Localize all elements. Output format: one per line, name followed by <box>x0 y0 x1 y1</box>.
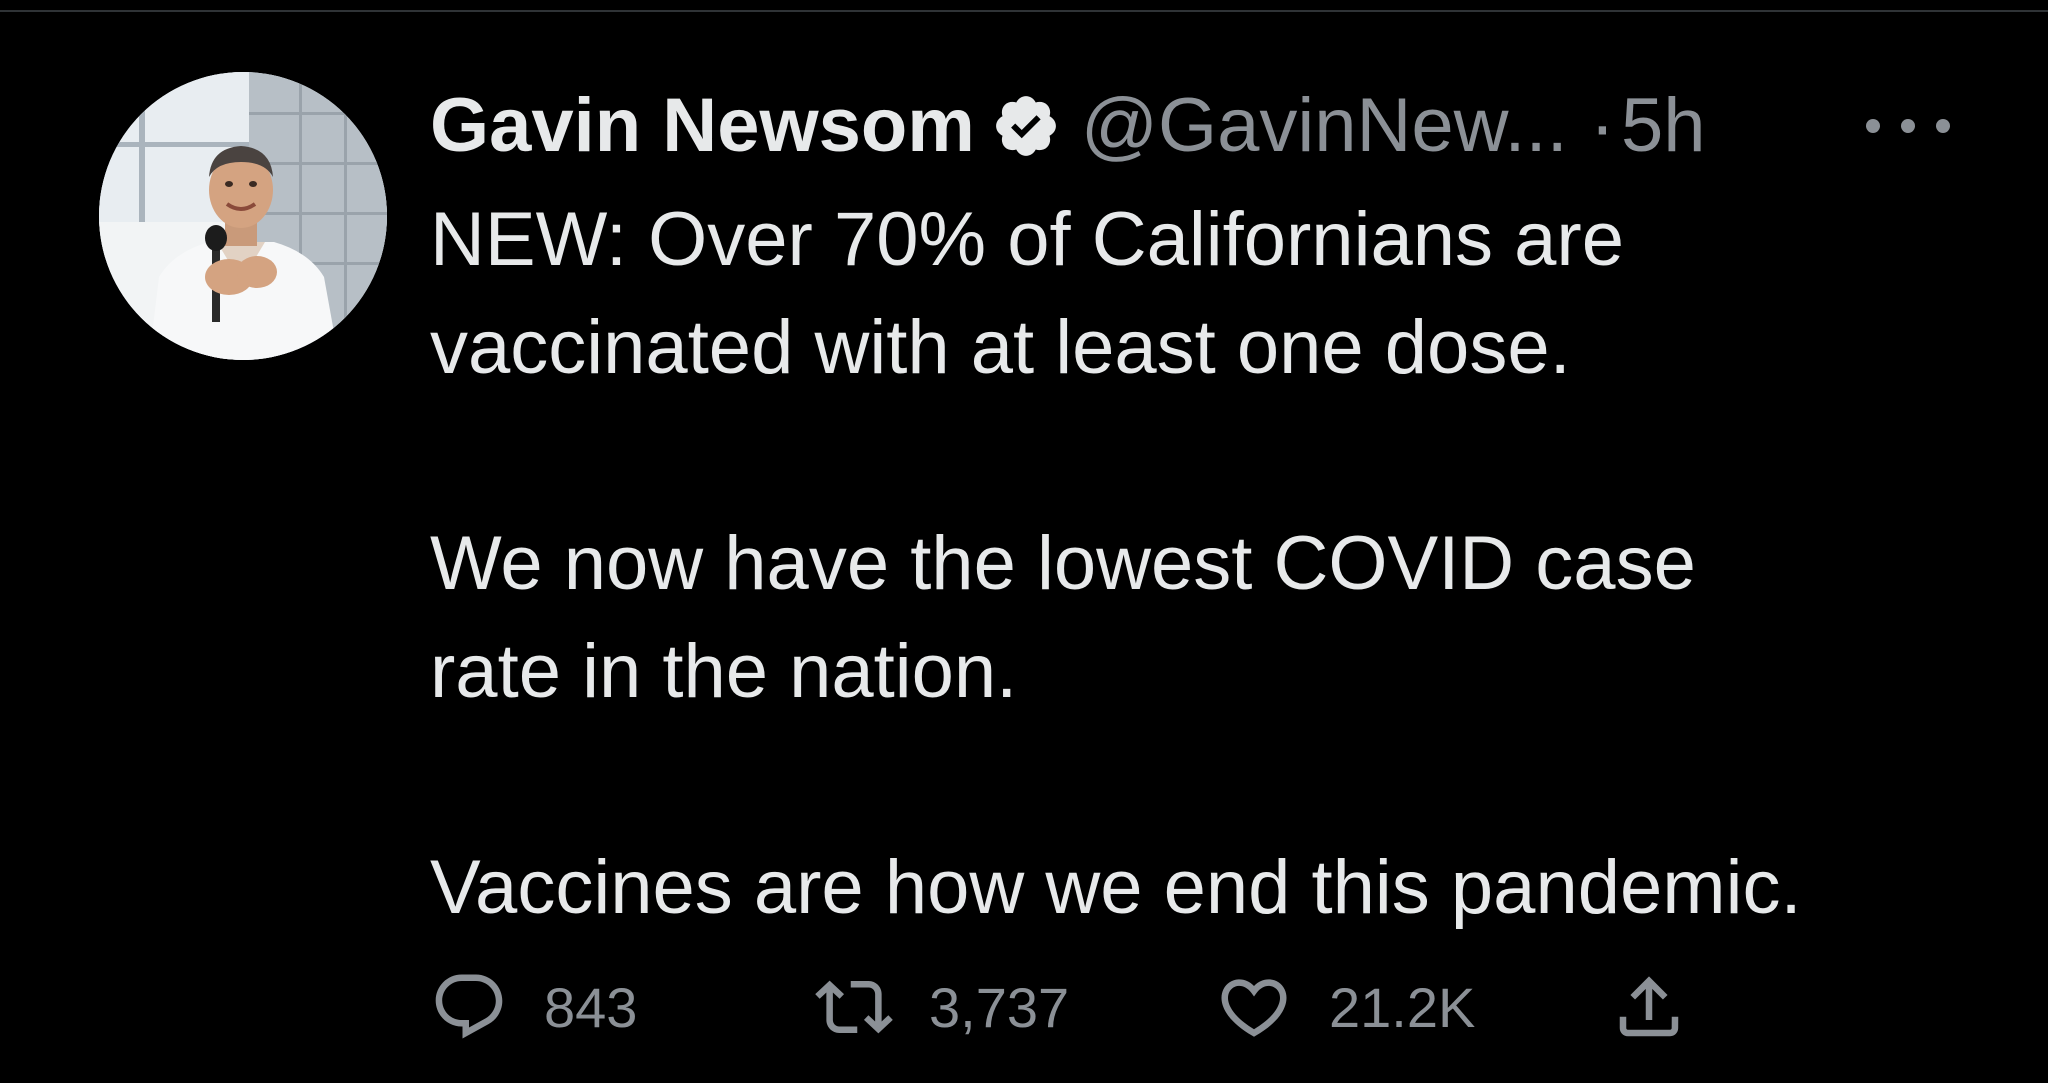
tweet-header: Gavin Newsom @GavinNew... · 5h <box>430 76 1706 176</box>
tweet-text-line: Vaccines are how we end this pandemic. <box>430 845 1802 930</box>
tweet-card[interactable]: Gavin Newsom @GavinNew... · 5h NEW: Over… <box>0 14 2048 1083</box>
like-button[interactable]: 21.2K <box>1215 962 1475 1052</box>
separator-dot: · <box>1589 83 1616 168</box>
retweet-icon <box>815 980 893 1034</box>
more-options-icon[interactable] <box>1866 106 1950 146</box>
retweet-count: 3,737 <box>929 975 1070 1039</box>
tweet-text-line: vaccinated with at least one dose. <box>430 305 1571 390</box>
retweet-button[interactable]: 3,737 <box>815 962 1069 1052</box>
verified-badge-icon <box>991 91 1061 161</box>
reply-icon <box>435 974 503 1039</box>
top-divider <box>0 0 2048 12</box>
reply-count: 843 <box>544 975 638 1039</box>
tweet-text-line: We now have the lowest COVID case <box>430 521 1696 606</box>
tweet-text-line: rate in the nation. <box>430 629 1018 714</box>
like-count: 21.2K <box>1329 975 1476 1039</box>
tweet-text: NEW: Over 70% of Californians are vaccin… <box>430 186 1990 942</box>
user-handle[interactable]: @GavinNew... <box>1081 76 1568 176</box>
avatar-photo <box>99 72 387 360</box>
tweet-actions-bar: 843 3,737 21.2K <box>430 962 1730 1052</box>
share-icon <box>1619 976 1679 1037</box>
share-button[interactable] <box>1610 962 1688 1052</box>
heart-icon <box>1221 979 1287 1037</box>
reply-button[interactable]: 843 <box>430 962 637 1052</box>
timestamp[interactable]: 5h <box>1621 76 1706 176</box>
display-name[interactable]: Gavin Newsom <box>430 76 975 176</box>
avatar[interactable] <box>99 72 387 360</box>
tweet-text-line: NEW: Over 70% of Californians are <box>430 197 1624 282</box>
